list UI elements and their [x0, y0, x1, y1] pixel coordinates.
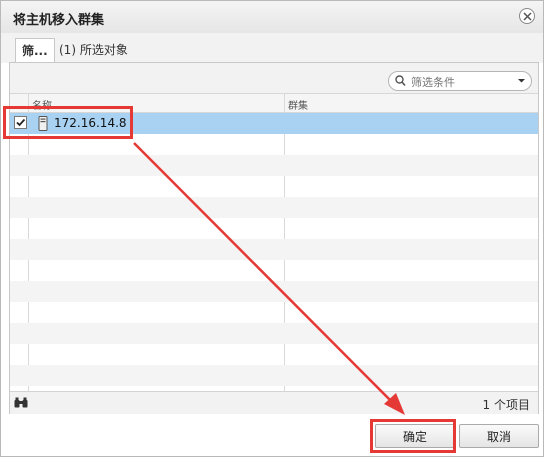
annotation-arrow: [133, 142, 405, 415]
